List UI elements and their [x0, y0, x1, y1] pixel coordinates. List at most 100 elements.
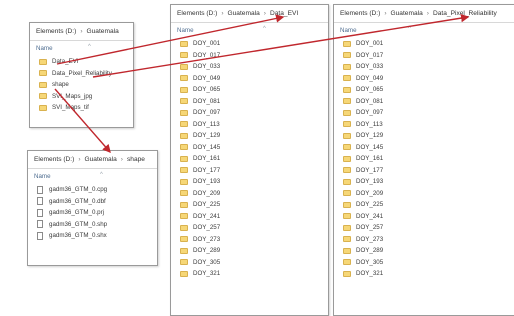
file-icon: [37, 197, 43, 206]
folder-item[interactable]: DOY_241: [343, 211, 514, 223]
folder-icon: [180, 213, 188, 220]
folder-item[interactable]: DOY_161: [180, 153, 328, 165]
folder-icon: [39, 104, 47, 111]
folder-item[interactable]: DOY_097: [343, 107, 514, 119]
folder-icon: [180, 155, 188, 162]
folder-item[interactable]: DOY_161: [343, 153, 514, 165]
folder-item[interactable]: DOY_177: [343, 165, 514, 177]
breadcrumb-separator: ›: [78, 156, 81, 163]
folder-item[interactable]: DOY_001: [180, 38, 328, 50]
folder-icon: [180, 167, 188, 174]
item-label: DOY_033: [356, 63, 384, 71]
item-label: gadm36_GTM_0.dbf: [49, 197, 106, 205]
folder-item[interactable]: DOY_225: [180, 199, 328, 211]
folder-item[interactable]: DOY_081: [180, 96, 328, 108]
folder-item[interactable]: DOY_049: [180, 73, 328, 85]
breadcrumb: Elements (D:) › Guatemala › shape: [28, 151, 157, 169]
folder-item[interactable]: DOY_193: [180, 176, 328, 188]
folder-item[interactable]: DOY_257: [343, 222, 514, 234]
breadcrumb: Elements (D:) › Guatemala › Data_Pixel_Relia…: [334, 5, 514, 23]
folder-item[interactable]: DOY_017: [343, 50, 514, 62]
breadcrumb-data-pixel-reliability[interactable]: Data_Pixel_Reliability: [433, 10, 497, 17]
breadcrumb-elements[interactable]: Elements (D:): [340, 10, 380, 17]
breadcrumb-elements[interactable]: Elements (D:): [36, 28, 76, 35]
breadcrumb: Elements (D:) › Guatemala: [30, 23, 133, 41]
folder-item[interactable]: DOY_113: [180, 119, 328, 131]
folder-icon: [180, 121, 188, 128]
folder-item[interactable]: DOY_193: [343, 176, 514, 188]
folder-item[interactable]: DOY_001: [343, 38, 514, 50]
folder-item[interactable]: SVI_Maps_tif: [39, 102, 133, 114]
folder-item[interactable]: DOY_225: [343, 199, 514, 211]
name-column-label: Name: [177, 27, 194, 34]
folder-icon: [343, 270, 351, 277]
folder-item[interactable]: shape: [39, 79, 133, 91]
folder-item[interactable]: DOY_049: [343, 73, 514, 85]
item-label: DOY_257: [193, 224, 221, 232]
item-label: DOY_113: [193, 120, 220, 128]
breadcrumb-guatemala[interactable]: Guatemala: [87, 28, 119, 35]
folder-item[interactable]: DOY_017: [180, 50, 328, 62]
folder-item[interactable]: SVI_Maps_jpg: [39, 91, 133, 103]
item-label: gadm36_GTM_0.shp: [49, 220, 108, 228]
name-column-header[interactable]: Name ^: [334, 23, 514, 38]
folder-item[interactable]: DOY_113: [343, 119, 514, 131]
folder-item[interactable]: DOY_257: [180, 222, 328, 234]
folder-item[interactable]: DOY_321: [180, 268, 328, 280]
folder-item[interactable]: DOY_177: [180, 165, 328, 177]
breadcrumb-data-evi[interactable]: Data_EVI: [270, 10, 298, 17]
folder-item[interactable]: DOY_145: [343, 142, 514, 154]
folder-item[interactable]: DOY_145: [180, 142, 328, 154]
folder-item[interactable]: DOY_273: [343, 234, 514, 246]
folder-icon: [343, 144, 351, 151]
folder-item[interactable]: DOY_097: [180, 107, 328, 119]
item-label: DOY_177: [193, 166, 221, 174]
folder-item[interactable]: DOY_305: [343, 257, 514, 269]
folder-item[interactable]: DOY_129: [343, 130, 514, 142]
folder-item[interactable]: DOY_033: [343, 61, 514, 73]
folder-icon: [180, 236, 188, 243]
folder-item[interactable]: DOY_209: [343, 188, 514, 200]
breadcrumb-shape[interactable]: shape: [127, 156, 145, 163]
item-label: DOY_081: [193, 97, 221, 105]
name-column-header[interactable]: Name ^: [28, 169, 157, 184]
file-item[interactable]: gadm36_GTM_0.shp: [37, 219, 157, 231]
item-label: DOY_145: [356, 143, 384, 151]
folder-icon: [343, 75, 351, 82]
folder-item[interactable]: DOY_273: [180, 234, 328, 246]
folder-item[interactable]: DOY_129: [180, 130, 328, 142]
folder-item[interactable]: DOY_241: [180, 211, 328, 223]
file-icon: [37, 220, 43, 229]
item-label: DOY_305: [193, 258, 221, 266]
file-item[interactable]: gadm36_GTM_0.dbf: [37, 196, 157, 208]
folder-item[interactable]: DOY_289: [180, 245, 328, 257]
item-label: gadm36_GTM_0.shx: [49, 232, 107, 240]
folder-icon: [343, 201, 351, 208]
folder-item[interactable]: Data_Pixel_Reliability: [39, 68, 133, 80]
folder-item[interactable]: DOY_081: [343, 96, 514, 108]
breadcrumb-guatemala[interactable]: Guatemala: [228, 10, 260, 17]
folder-item[interactable]: DOY_289: [343, 245, 514, 257]
folder-item[interactable]: DOY_065: [180, 84, 328, 96]
folder-item[interactable]: DOY_321: [343, 268, 514, 280]
breadcrumb-guatemala[interactable]: Guatemala: [391, 10, 423, 17]
folder-item[interactable]: DOY_209: [180, 188, 328, 200]
file-item[interactable]: gadm36_GTM_0.shx: [37, 230, 157, 242]
item-label: DOY_001: [193, 40, 221, 48]
folder-icon: [343, 98, 351, 105]
folder-item[interactable]: DOY_305: [180, 257, 328, 269]
sort-caret-icon: ^: [88, 44, 91, 50]
folder-item[interactable]: DOY_033: [180, 61, 328, 73]
file-item[interactable]: gadm36_GTM_0.prj: [37, 207, 157, 219]
folder-item[interactable]: DOY_065: [343, 84, 514, 96]
name-column-header[interactable]: Name ^: [30, 41, 133, 56]
breadcrumb-elements[interactable]: Elements (D:): [34, 156, 74, 163]
breadcrumb: Elements (D:) › Guatemala › Data_EVI: [171, 5, 328, 23]
folder-icon: [180, 178, 188, 185]
folder-item[interactable]: Data_EVI: [39, 56, 133, 68]
breadcrumb-guatemala[interactable]: Guatemala: [85, 156, 117, 163]
file-item[interactable]: gadm36_GTM_0.cpg: [37, 184, 157, 196]
folder-icon: [343, 121, 351, 128]
name-column-header[interactable]: Name ^: [171, 23, 328, 38]
breadcrumb-elements[interactable]: Elements (D:): [177, 10, 217, 17]
